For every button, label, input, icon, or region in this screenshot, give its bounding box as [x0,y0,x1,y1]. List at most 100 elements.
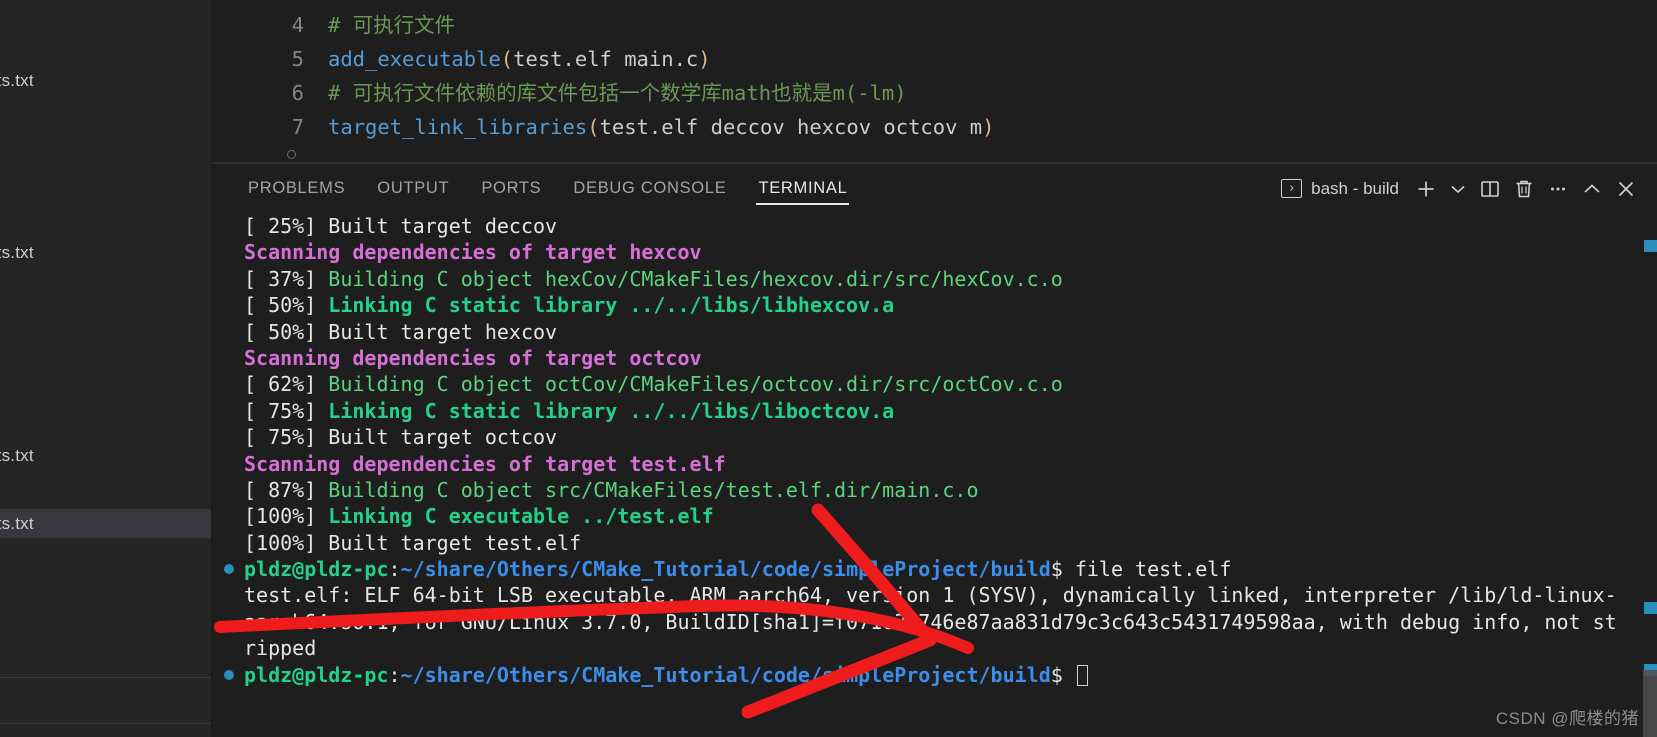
terminal-text: Scanning dependencies of target octcov [244,346,702,370]
code-editor[interactable]: 4 # 可执行文件 5add_executable(test.elf main.c)… [212,0,1657,163]
terminal-line: Scanning dependencies of target hexcov [244,239,1657,265]
terminal-line: ripped [244,635,1657,661]
panel-tab-problems[interactable]: PROBLEMS [232,164,361,213]
explorer-sidebar[interactable]: ists.txt ists.txt ists.txt ists.txt xt [0,0,212,737]
explorer-divider [0,677,212,678]
code-token: ) [982,115,994,139]
code-line[interactable]: 4 # 可执行文件 [212,8,455,42]
terminal-text: Building C object src/CMakeFiles/test.el… [328,478,978,502]
code-token: ( [587,115,599,139]
terminal-line: [100%] Built target test.elf [244,530,1657,556]
terminal-line: [ 25%] Built target deccov [244,213,1657,239]
code-token: ) [698,47,710,71]
terminal-text: $ file test.elf [1051,557,1232,581]
line-number: 7 [212,110,304,144]
terminal-text: pldz@pldz-pc [244,663,389,687]
panel-tab-terminal[interactable]: TERMINAL [742,164,863,213]
terminal-text: pldz@pldz-pc [244,557,389,581]
code-text: # 可执行文件依赖的库文件包括一个数学库math也就是m(-lm) [304,81,907,105]
explorer-file-item[interactable]: ists.txt [0,509,212,538]
active-terminal-label[interactable]: › bash - build [1275,179,1409,199]
close-panel-button[interactable] [1609,173,1643,205]
terminal-cursor [1077,665,1088,686]
terminal-text: ripped [244,636,316,660]
trash-icon [1512,177,1536,201]
terminal-line: test.elf: ELF 64-bit LSB executable, ARM… [244,582,1657,608]
terminal-text: Building C object hexCov/CMakeFiles/hexc… [328,267,1063,291]
explorer-divider [0,723,212,724]
terminal-text: [ 50%] [244,293,328,317]
kill-terminal-button[interactable] [1507,173,1541,205]
close-icon [1614,177,1638,201]
terminal-line: pldz@pldz-pc:~/share/Others/CMake_Tutori… [244,556,1657,582]
code-text: add_executable(test.elf main.c) [304,47,711,71]
terminal-text: aarch64.so.1, for GNU/Linux 3.7.0, Build… [244,610,1617,634]
bottom-panel: PROBLEMSOUTPUTPORTSDEBUG CONSOLETERMINAL… [212,163,1657,737]
terminal-line: [ 62%] Building C object octCov/CMakeFil… [244,371,1657,397]
terminal-text: Built target deccov [328,214,557,238]
terminal-output[interactable]: [ 25%] Built target deccovScanning depen… [212,213,1657,737]
vscode-window: ists.txt ists.txt ists.txt ists.txt xt 4 # 可执… [0,0,1657,737]
new-terminal-button[interactable] [1409,173,1443,205]
scrollbar-thumb[interactable] [1643,670,1657,737]
panel-tab-debug-console[interactable]: DEBUG CONSOLE [557,164,742,213]
command-decoration-icon[interactable] [224,670,234,680]
terminal-text: ~/share/Others/CMake_Tutorial/code/simpl… [401,557,1051,581]
explorer-file-item[interactable]: ists.txt [0,441,212,470]
command-decoration-icon[interactable] [224,564,234,574]
code-line[interactable]: 5add_executable(test.elf main.c) [212,42,711,76]
terminal-text: Linking C executable ../test.elf [328,504,713,528]
terminal-text: Scanning dependencies of target test.elf [244,452,726,476]
plus-icon [1414,177,1438,201]
terminal-icon: › [1281,179,1302,198]
split-icon [1478,177,1502,201]
terminal-text: Building C object octCov/CMakeFiles/octc… [328,372,1063,396]
panel-header: PROBLEMSOUTPUTPORTSDEBUG CONSOLETERMINAL… [212,164,1657,213]
terminal-text: : [389,663,401,687]
folding-dot-icon [287,150,296,159]
terminal-profile-dropdown[interactable] [1443,173,1473,205]
terminal-text: ~/share/Others/CMake_Tutorial/code/simpl… [401,663,1051,687]
terminal-name-text: bash - build [1311,179,1399,199]
explorer-file-label: ists.txt [0,243,34,263]
code-text: # 可执行文件 [304,13,455,37]
code-line[interactable]: 6# 可执行文件依赖的库文件包括一个数学库math也就是m(-lm) [212,76,907,110]
terminal-text: [ 25%] [244,214,328,238]
terminal-text: Linking C static library ../../libs/libo… [328,399,894,423]
terminal-text: [ 37%] [244,267,328,291]
code-token: # 可执行文件 [328,13,455,37]
terminal-text: [ 75%] [244,399,328,423]
explorer-file-item[interactable]: ists.txt [0,238,212,267]
terminal-line: [ 75%] Linking C static library ../../li… [244,398,1657,424]
split-terminal-button[interactable] [1473,173,1507,205]
terminal-text: [ 75%] Built target octcov [244,425,557,449]
terminal-text: test.elf: ELF 64-bit LSB executable, ARM… [244,583,1617,607]
more-actions-button[interactable] [1541,173,1575,205]
panel-tabs[interactable]: PROBLEMSOUTPUTPORTSDEBUG CONSOLETERMINAL [232,164,863,213]
maximize-panel-button[interactable] [1575,173,1609,205]
terminal-text: Scanning dependencies of target hexcov [244,240,702,264]
code-text: target_link_libraries(test.elf deccov he… [304,115,994,139]
code-token: test.elf deccov hexcov octcov m [600,115,983,139]
code-line[interactable]: 7target_link_libraries(test.elf deccov h… [212,110,994,144]
explorer-file-item[interactable]: ists.txt [0,66,212,95]
chevron-up-icon [1580,177,1604,201]
scrollbar-command-mark [1644,240,1657,252]
explorer-file-item[interactable]: xt [0,577,212,606]
panel-tab-output[interactable]: OUTPUT [361,164,465,213]
line-number: 6 [212,76,304,110]
terminal-scrollbar[interactable] [1643,212,1657,737]
terminal-line: [ 75%] Built target octcov [244,424,1657,450]
terminal-text: [100%] [244,504,328,528]
explorer-file-label: ists.txt [0,514,34,534]
terminal-text: [100%] Built target test.elf [244,531,581,555]
terminal-line: aarch64.so.1, for GNU/Linux 3.7.0, Build… [244,609,1657,635]
terminal-text: [ 50%] Built target hexcov [244,320,557,344]
terminal-line: pldz@pldz-pc:~/share/Others/CMake_Tutori… [244,662,1657,688]
terminal-line: Scanning dependencies of target octcov [244,345,1657,371]
panel-actions[interactable]: › bash - build [1275,164,1643,213]
code-token: ( [501,47,513,71]
terminal-text: Linking C static library ../../libs/libh… [328,293,894,317]
line-number: 4 [212,8,304,42]
panel-tab-ports[interactable]: PORTS [465,164,557,213]
